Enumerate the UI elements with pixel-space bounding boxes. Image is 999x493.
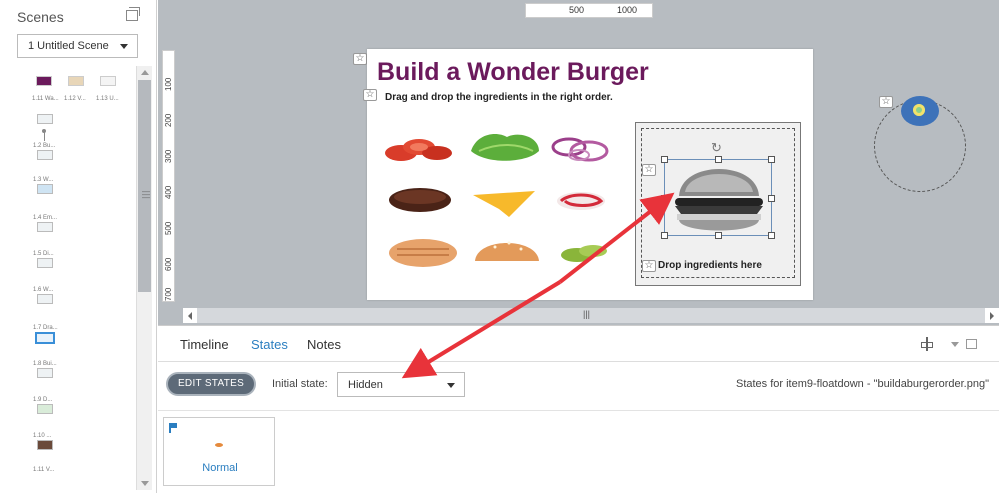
star-icon[interactable]: ☆ bbox=[642, 164, 656, 176]
motion-object[interactable] bbox=[901, 96, 939, 126]
resize-handle[interactable] bbox=[715, 232, 722, 239]
state-name: Normal bbox=[202, 462, 238, 474]
cheese-image[interactable] bbox=[469, 185, 539, 219]
popout-icon[interactable] bbox=[966, 339, 977, 349]
slide-thumbnail[interactable]: 1.8 Bui... bbox=[33, 350, 59, 386]
scroll-down-icon[interactable] bbox=[141, 481, 149, 486]
star-icon[interactable]: ☆ bbox=[879, 96, 893, 108]
scene-dropdown[interactable]: 1 Untitled Scene bbox=[17, 34, 138, 58]
resize-handle[interactable] bbox=[768, 232, 775, 239]
thumbnail-label: 1.13 U... bbox=[96, 96, 119, 102]
bottom-panel: Timeline States Notes EDIT STATES Initia… bbox=[158, 325, 999, 493]
state-thumbnail bbox=[215, 443, 223, 447]
chevron-down-icon bbox=[447, 383, 455, 388]
pin-icon[interactable] bbox=[921, 337, 933, 351]
pickles-image[interactable] bbox=[553, 237, 613, 267]
flag-icon bbox=[169, 423, 177, 433]
thumbnail-label: 1.12 V... bbox=[64, 96, 86, 102]
scene-dropdown-value: 1 Untitled Scene bbox=[28, 40, 109, 52]
edit-states-button[interactable]: EDIT STATES bbox=[166, 372, 256, 396]
panel-tabs: Timeline States Notes bbox=[158, 326, 999, 362]
ruler-label: 100 bbox=[164, 77, 173, 91]
slide-thumbnail[interactable]: 1.6 W... bbox=[33, 276, 59, 312]
thumbnail-label: 1.11 Wa... bbox=[32, 96, 59, 102]
burger-image-selection[interactable]: ↻ bbox=[661, 140, 775, 239]
slide-thumbnail[interactable] bbox=[36, 76, 52, 86]
slide-thumbnail[interactable] bbox=[68, 76, 84, 86]
resize-handle[interactable] bbox=[661, 232, 668, 239]
slide-thumbnail[interactable]: 1.4 Em... bbox=[33, 204, 59, 240]
horizontal-ruler: 500 1000 bbox=[525, 3, 653, 18]
lettuce-image[interactable] bbox=[467, 129, 543, 167]
ruler-label: 1000 bbox=[617, 5, 638, 15]
popout-icon[interactable] bbox=[126, 7, 140, 21]
scrollbar-thumb[interactable]: — — — bbox=[138, 80, 151, 292]
drop-zone-label: Drop ingredients here bbox=[658, 260, 762, 271]
initial-state-label: Initial state: bbox=[272, 378, 328, 390]
slide-thumbnail[interactable]: 1.2 Bu... bbox=[33, 132, 59, 168]
ruler-label: 600 bbox=[164, 257, 173, 271]
initial-state-value: Hidden bbox=[348, 379, 383, 391]
tomato-slices-image[interactable] bbox=[383, 133, 455, 167]
states-for-label: States for item9-floatdown - "buildaburg… bbox=[735, 378, 989, 390]
star-icon[interactable]: ☆ bbox=[642, 260, 656, 272]
initial-state-dropdown[interactable]: Hidden bbox=[337, 372, 465, 397]
patty-image[interactable] bbox=[387, 185, 453, 215]
slide-thumbnail-list: 1.11 Wa... 1.12 V... 1.13 U... 1.2 Bu...… bbox=[26, 66, 134, 486]
ruler-label: 500 bbox=[569, 5, 585, 15]
states-toolbar: EDIT STATES Initial state: Hidden States… bbox=[158, 363, 999, 411]
star-icon[interactable]: ☆ bbox=[363, 89, 377, 101]
slide-thumbnail[interactable]: 1.5 Di... bbox=[33, 240, 59, 276]
thumbnail-row: 1.11 Wa... 1.12 V... 1.13 U... bbox=[26, 76, 134, 110]
scrollbar-grip-icon[interactable]: ||| bbox=[583, 309, 590, 319]
ruler-label: 400 bbox=[164, 185, 173, 199]
slide-title[interactable]: Build a Wonder Burger bbox=[377, 58, 649, 87]
burger-image bbox=[675, 169, 763, 231]
chevron-down-icon bbox=[120, 44, 128, 49]
scenes-title: Scenes bbox=[17, 9, 64, 25]
scroll-left-icon[interactable] bbox=[183, 308, 197, 323]
bottom-bun-image[interactable] bbox=[387, 235, 459, 271]
resize-handle[interactable] bbox=[661, 195, 668, 202]
state-card-normal[interactable]: Normal bbox=[163, 417, 275, 486]
scenes-panel: Scenes 1 Untitled Scene 1.11 Wa... 1.12 … bbox=[0, 0, 157, 493]
slide-thumbnail-selected[interactable]: 1.7 Dra... bbox=[33, 314, 59, 350]
star-icon[interactable]: ☆ bbox=[353, 53, 367, 65]
resize-handle[interactable] bbox=[768, 195, 775, 202]
top-bun-image[interactable] bbox=[471, 231, 543, 271]
scroll-right-icon[interactable] bbox=[985, 308, 999, 323]
tab-notes[interactable]: Notes bbox=[307, 337, 341, 352]
rotate-handle-icon[interactable]: ↻ bbox=[711, 140, 722, 156]
resize-handle[interactable] bbox=[768, 156, 775, 163]
tab-states[interactable]: States bbox=[251, 337, 288, 352]
slide-thumbnail[interactable]: 1.10 ... bbox=[33, 422, 59, 458]
ruler-label: 200 bbox=[164, 113, 173, 127]
slide-thumbnail[interactable] bbox=[100, 76, 116, 86]
stage-horizontal-scrollbar[interactable]: ||| bbox=[183, 308, 999, 323]
resize-handle[interactable] bbox=[715, 156, 722, 163]
slide-thumbnail[interactable]: 1.11 V... bbox=[33, 456, 59, 492]
slide: Build a Wonder Burger ☆ Drag and drop th… bbox=[363, 49, 813, 300]
slide-thumbnail[interactable]: 1.3 W... bbox=[33, 166, 59, 202]
scroll-up-icon[interactable] bbox=[141, 70, 149, 75]
drop-zone[interactable]: ☆ ☆ ↻ Drop ingredients here bbox=[635, 122, 801, 286]
vertical-ruler: 100 200 300 400 500 600 700 bbox=[162, 50, 175, 302]
onion-rings-image[interactable] bbox=[549, 133, 613, 165]
resize-handle[interactable] bbox=[661, 156, 668, 163]
sauce-image[interactable] bbox=[553, 187, 609, 215]
ruler-label: 300 bbox=[164, 149, 173, 163]
tab-timeline[interactable]: Timeline bbox=[180, 337, 229, 352]
chevron-down-icon[interactable] bbox=[951, 342, 959, 347]
ruler-label: 700 bbox=[164, 287, 173, 301]
stage-canvas: 500 1000 100 200 300 400 500 600 700 ☆ B… bbox=[158, 0, 999, 325]
slide-thumbnail[interactable]: 1.9 D... bbox=[33, 386, 59, 422]
ruler-label: 500 bbox=[164, 221, 173, 235]
sidebar-scrollbar[interactable]: — — — bbox=[136, 66, 152, 490]
slide-subtitle[interactable]: Drag and drop the ingredients in the rig… bbox=[385, 92, 613, 103]
